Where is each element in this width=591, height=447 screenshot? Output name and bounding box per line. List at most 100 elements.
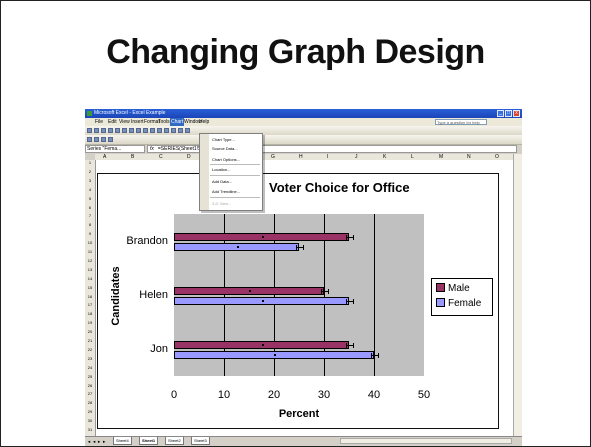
row-header[interactable]: 21 <box>85 338 95 343</box>
error-bar <box>346 345 353 346</box>
menu-help[interactable]: Help <box>199 118 209 126</box>
error-bar-cap <box>353 235 354 240</box>
toolbar-icon[interactable] <box>129 128 134 133</box>
legend-item-female[interactable]: Female <box>436 298 481 309</box>
toolbar-icon[interactable] <box>185 128 190 133</box>
plot-area[interactable] <box>174 214 424 376</box>
menu-item-3-d-view: 3-D View... <box>212 201 232 206</box>
toolbar-icon[interactable] <box>87 128 92 133</box>
x-tick-label: 40 <box>367 389 381 401</box>
row-header[interactable]: 5 <box>85 196 95 201</box>
menu-item-add-trendline[interactable]: Add Trendline... <box>200 187 262 196</box>
menu-separator <box>210 164 260 165</box>
row-header[interactable]: 4 <box>85 187 95 192</box>
row-header[interactable]: 6 <box>85 205 95 210</box>
legend-swatch <box>436 298 445 307</box>
row-header[interactable]: 18 <box>85 311 95 316</box>
row-header[interactable]: 25 <box>85 374 95 379</box>
close-button[interactable]: x <box>513 110 520 117</box>
toolbar-icon[interactable] <box>150 128 155 133</box>
row-header[interactable]: 16 <box>85 294 95 299</box>
row-header[interactable]: 29 <box>85 409 95 414</box>
vertical-scrollbar[interactable] <box>513 154 522 436</box>
row-header[interactable]: 11 <box>85 249 95 254</box>
toolbar-icon[interactable] <box>157 128 162 133</box>
error-bar <box>371 355 378 356</box>
menu-item-source-data[interactable]: Source Data... <box>200 144 262 153</box>
sheet-tab-sheet4[interactable]: Sheet4 <box>113 437 132 445</box>
toolbar-icon[interactable] <box>115 128 120 133</box>
mean-marker <box>249 290 251 292</box>
menu-item-chart-options[interactable]: Chart Options... <box>200 155 262 164</box>
row-header[interactable]: 20 <box>85 329 95 334</box>
toolbar-icon[interactable] <box>101 128 106 133</box>
row-header[interactable]: 28 <box>85 400 95 405</box>
legend-label: Male <box>448 283 470 294</box>
row-header[interactable]: 24 <box>85 365 95 370</box>
menu-item-add-data[interactable]: Add Data... <box>200 177 262 186</box>
mean-marker <box>261 344 264 346</box>
menu-file[interactable]: File <box>95 118 103 126</box>
chart-toolbar <box>85 135 522 145</box>
toolbar-icon[interactable] <box>94 128 99 133</box>
row-header[interactable]: 12 <box>85 258 95 263</box>
toolbar-icon[interactable] <box>122 128 127 133</box>
toolbar-icon[interactable] <box>164 128 169 133</box>
toolbar-icon[interactable] <box>108 128 113 133</box>
toolbar-icon[interactable] <box>108 137 113 142</box>
menu-view[interactable]: View <box>119 118 130 126</box>
sheet-tab-sheet2[interactable]: Sheet2 <box>165 437 184 445</box>
minimize-button[interactable]: _ <box>497 110 504 117</box>
legend[interactable]: Male Female <box>431 278 493 316</box>
row-header[interactable]: 13 <box>85 267 95 272</box>
row-header[interactable]: 26 <box>85 383 95 388</box>
mean-marker <box>261 300 264 302</box>
toolbar-icon[interactable] <box>87 137 92 142</box>
row-header[interactable]: 2 <box>85 169 95 174</box>
sheet-tab-sheet1[interactable]: Sheet1 <box>139 437 159 445</box>
row-header[interactable]: 7 <box>85 213 95 218</box>
error-bar-cap <box>346 343 347 348</box>
menu-tools[interactable]: Tools <box>158 118 170 126</box>
horizontal-scrollbar[interactable] <box>340 438 512 444</box>
maximize-button[interactable]: □ <box>505 110 512 117</box>
slide-title: Changing Graph Design <box>106 33 485 71</box>
menu-chart[interactable]: Chart <box>170 118 185 126</box>
row-header[interactable]: 3 <box>85 178 95 183</box>
error-bar-cap <box>353 343 354 348</box>
row-header[interactable]: 14 <box>85 276 95 281</box>
x-gridline <box>374 214 375 376</box>
help-search-input[interactable]: Type a question for help <box>435 119 487 125</box>
legend-item-male[interactable]: Male <box>436 283 470 294</box>
row-header[interactable]: 1 <box>85 160 95 165</box>
toolbar-icon[interactable] <box>178 128 183 133</box>
toolbar-icon[interactable] <box>136 128 141 133</box>
row-header[interactable]: 22 <box>85 347 95 352</box>
toolbar-icon[interactable] <box>171 128 176 133</box>
menu-item-location[interactable]: Location... <box>200 165 262 174</box>
row-header[interactable]: 8 <box>85 222 95 227</box>
row-header[interactable]: 30 <box>85 418 95 423</box>
sheet-tab-sheet3[interactable]: Sheet3 <box>191 437 210 445</box>
menu-edit[interactable]: Edit <box>108 118 117 126</box>
row-header[interactable]: 9 <box>85 231 95 236</box>
row-header[interactable]: 10 <box>85 240 95 245</box>
row-header[interactable]: 23 <box>85 356 95 361</box>
row-header[interactable]: 31 <box>85 427 95 432</box>
toolbar-icon[interactable] <box>101 137 106 142</box>
row-header[interactable]: 15 <box>85 285 95 290</box>
row-header[interactable]: 19 <box>85 320 95 325</box>
menu-item-chart-type[interactable]: Chart Type... <box>200 135 262 144</box>
row-header[interactable]: 17 <box>85 302 95 307</box>
sheet-nav-buttons[interactable]: ◄ ◄ ► ► <box>87 437 106 446</box>
toolbar-icon[interactable] <box>143 128 148 133</box>
name-box[interactable]: Series "Fema... <box>85 145 145 153</box>
row-header[interactable]: 27 <box>85 391 95 396</box>
fx-icon: fx <box>150 146 154 152</box>
error-bar-cap <box>303 245 304 250</box>
chart-area[interactable]: SVoter Choice for Office Candidates Bran… <box>97 173 499 429</box>
toolbar-icon[interactable] <box>94 137 99 142</box>
menu-insert[interactable]: Insert <box>131 118 144 126</box>
error-bar-cap <box>371 353 372 358</box>
category-label-brandon: Brandon <box>126 235 168 247</box>
